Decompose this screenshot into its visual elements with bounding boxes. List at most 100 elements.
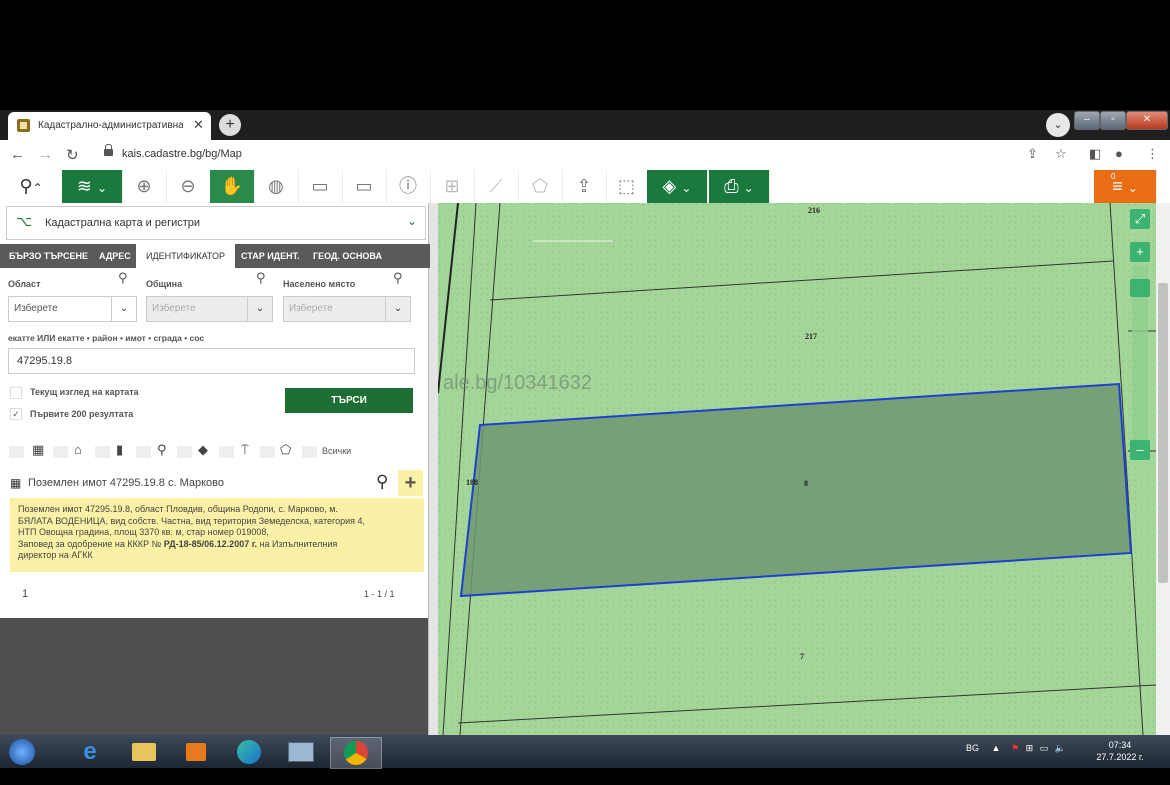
pagination-page[interactable]: 1 <box>22 588 28 600</box>
fullscreen-button[interactable]: ⤢ <box>1130 209 1150 229</box>
chrome-taskbar-button[interactable] <box>330 737 382 769</box>
result-header[interactable]: ▦ Поземлен имот 47295.19.8 с. Марково ⚲ … <box>8 470 423 496</box>
tab-close-icon[interactable]: ✕ <box>193 117 204 133</box>
info-button[interactable]: ⓘ <box>386 170 431 203</box>
obshtina-location-pin-icon[interactable]: ⚲ <box>256 270 266 286</box>
globe-icon: ◍ <box>268 176 284 196</box>
cadastre-icon: ⌥ <box>16 213 33 229</box>
url-field[interactable]: kais.cadastre.bg/bg/Map <box>96 144 1006 166</box>
clock-time: 07:34 <box>1108 740 1132 750</box>
new-tab-button[interactable]: + <box>219 114 241 136</box>
zoom-out-button[interactable]: ⊖ <box>166 170 211 203</box>
tab-address[interactable]: АДРЕС <box>99 244 131 268</box>
naseleno-label: Населено място <box>283 279 356 289</box>
map-layer-label: Кадастрална карта и регистри <box>45 217 201 229</box>
upload-icon: ⇪ <box>576 176 592 196</box>
language-indicator[interactable]: BG <box>966 743 979 753</box>
chevron-down-icon: ⌄ <box>681 181 692 195</box>
filter-checkbox[interactable] <box>177 446 192 458</box>
chevron-down-icon: ⌄ <box>111 297 136 321</box>
zoom-to-result-icon[interactable]: ⚲ <box>376 472 388 492</box>
obshtina-select[interactable]: Изберете ⌄ <box>146 296 273 322</box>
browser-menu-icon[interactable]: ⋮ <box>1146 146 1159 162</box>
zoom-out-map-button[interactable]: – <box>1130 440 1150 460</box>
identifier-input[interactable]: 47295.19.8 <box>8 348 415 374</box>
filter-checkbox[interactable] <box>53 446 68 458</box>
tab-identifier[interactable]: ИДЕНТИФИКАТОР <box>136 244 235 268</box>
edge-browser-icon[interactable] <box>233 737 265 767</box>
clock-date: 27.7.2022 г. <box>1096 752 1144 762</box>
chrome-icon <box>344 741 368 765</box>
zoom-slider-handle[interactable] <box>1130 279 1150 297</box>
select-tool-button[interactable]: ⊞ <box>430 170 475 203</box>
minimize-button[interactable]: – <box>1074 111 1100 130</box>
share-icon[interactable]: ⇪ <box>1027 146 1038 162</box>
full-extent-button[interactable]: ◍ <box>254 170 299 203</box>
internet-explorer-icon[interactable]: e <box>74 737 106 767</box>
upload-button[interactable]: ⇪ <box>562 170 607 203</box>
network-icon[interactable]: ⊞ <box>1026 743 1034 753</box>
measure-area-button[interactable]: ⬠ <box>518 170 563 203</box>
reload-icon[interactable]: ↻ <box>66 146 79 164</box>
map-scrollbar[interactable] <box>1156 203 1170 735</box>
battery-icon[interactable]: ▭ <box>1040 743 1049 753</box>
tab-quick-search[interactable]: БЪРЗО ТЪРСЕНЕ <box>9 244 88 268</box>
zoom-in-map-button[interactable]: + <box>1130 242 1150 262</box>
search-toggle-button[interactable]: ⚲⌃ <box>0 170 63 203</box>
forward-icon[interactable]: → <box>38 146 53 163</box>
filter-checkbox[interactable] <box>95 446 110 458</box>
pan-button[interactable]: ✋ <box>210 170 255 203</box>
volume-icon[interactable]: 🔈 <box>1055 743 1066 753</box>
tab-geodetic-basis[interactable]: ГЕОД. ОСНОВА <box>313 244 382 268</box>
first-200-checkbox[interactable]: ✓ <box>10 408 22 420</box>
search-button[interactable]: ТЪРСИ <box>285 388 413 413</box>
identifier-input-value: 47295.19.8 <box>17 355 73 367</box>
next-extent-button[interactable]: ▭ <box>342 170 387 203</box>
maximize-button[interactable]: ▫ <box>1100 111 1126 130</box>
previous-extent-button[interactable]: ▭ <box>298 170 343 203</box>
clear-selection-button[interactable]: ⬚ <box>606 170 648 203</box>
oblast-location-pin-icon[interactable]: ⚲ <box>118 270 128 286</box>
filter-checkbox[interactable] <box>260 446 275 458</box>
zoom-in-button[interactable]: ⊕ <box>122 170 167 203</box>
naseleno-select[interactable]: Изберете ⌄ <box>283 296 411 322</box>
tab-search-icon[interactable]: ⌄ <box>1046 113 1070 137</box>
zoom-out-icon: ⊖ <box>180 176 196 196</box>
cadastral-map[interactable]: 216 217 8 188 7 ale.bg/10341632 <box>438 203 1156 735</box>
measure-length-button[interactable]: ⟋ <box>474 170 519 203</box>
tray-expand-icon[interactable]: ▲ <box>992 743 1001 753</box>
browser-tab[interactable]: Кадастрално-административна ✕ <box>8 112 211 140</box>
naseleno-location-pin-icon[interactable]: ⚲ <box>393 270 403 286</box>
media-player-icon[interactable] <box>180 737 212 767</box>
filter-checkbox[interactable] <box>302 446 317 458</box>
map-layer-select[interactable]: ⌥ Кадастрална карта и регистри ⌄ <box>6 206 426 240</box>
add-result-icon[interactable]: + <box>398 470 423 496</box>
taskbar-clock[interactable]: 07:34 27.7.2022 г. <box>1094 739 1146 763</box>
back-icon[interactable]: ← <box>10 146 25 163</box>
oblast-select[interactable]: Изберете ⌄ <box>8 296 137 322</box>
menu-badge: 0 <box>1111 172 1116 181</box>
parcel-label: 216 <box>808 206 820 215</box>
scrollbar-thumb[interactable] <box>1158 283 1168 583</box>
filter-checkbox[interactable] <box>219 446 234 458</box>
sidebar-icon[interactable]: ◧ <box>1089 146 1101 162</box>
start-button[interactable] <box>6 737 38 767</box>
search-icon: ⚲ <box>19 176 33 196</box>
window-close-button[interactable]: ✕ <box>1126 111 1168 130</box>
remote-desktop-icon[interactable] <box>285 737 317 767</box>
layers-button[interactable]: ≋ ⌄ <box>62 170 123 203</box>
bookmark-star-icon[interactable]: ☆ <box>1055 146 1067 162</box>
map-canvas: 216 217 8 188 7 ale.bg/10341632 <box>438 203 1156 735</box>
chevron-up-icon: ⌃ <box>32 181 43 195</box>
file-explorer-icon[interactable] <box>128 737 160 767</box>
print-dropdown[interactable]: ⎙ ⌄ <box>709 170 770 203</box>
flag-icon[interactable]: ⚑ <box>1011 743 1019 753</box>
profile-avatar-icon[interactable]: ● <box>1115 146 1123 161</box>
filter-checkbox[interactable] <box>9 446 24 458</box>
menu-dropdown[interactable]: 0 ≡ ⌄ <box>1094 170 1157 203</box>
tab-old-identifier[interactable]: СТАР ИДЕНТ. <box>241 244 300 268</box>
current-view-checkbox[interactable] <box>10 387 22 399</box>
filter-checkbox[interactable] <box>136 446 151 458</box>
map-layers-dropdown[interactable]: ◈ ⌄ <box>647 170 708 203</box>
hand-icon: ✋ <box>220 176 244 196</box>
